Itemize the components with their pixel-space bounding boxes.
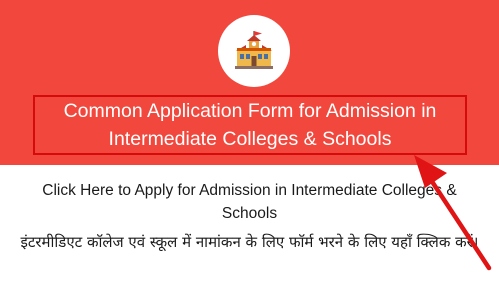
school-logo [218, 15, 290, 87]
school-building-icon [235, 31, 273, 69]
apply-link-hindi[interactable]: इंटरमीडिएट कॉलेज एवं स्कूल में नामांकन क… [10, 229, 489, 255]
apply-link-english[interactable]: Click Here to Apply for Admission in Int… [20, 179, 479, 225]
title-highlight-box [33, 95, 467, 155]
page: Common Application Form for Admission in… [0, 0, 499, 296]
